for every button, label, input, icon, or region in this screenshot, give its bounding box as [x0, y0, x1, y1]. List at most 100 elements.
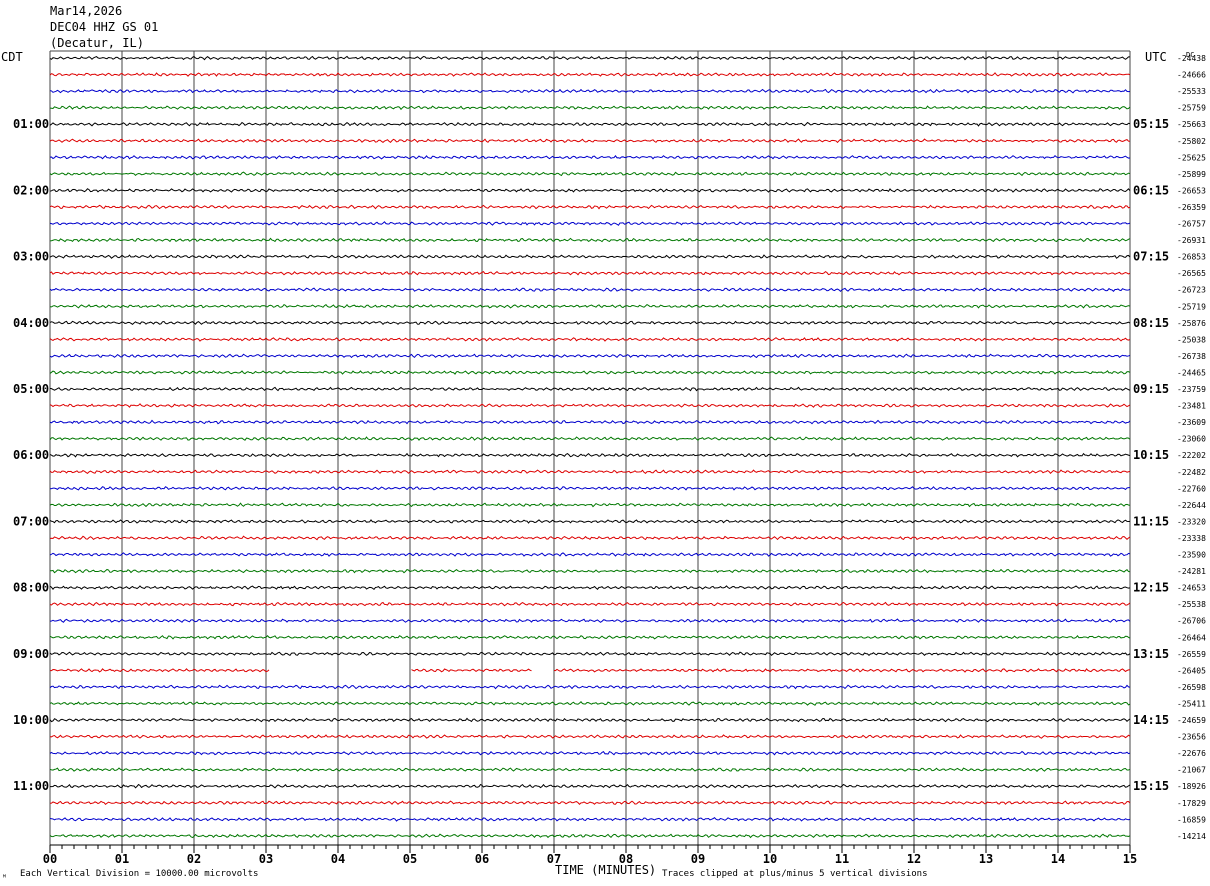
- scale-note: Each Vertical Division = 10000.00 microv…: [20, 869, 258, 879]
- trace-line: [49, 188, 1131, 193]
- grid-lines: [49, 50, 1131, 845]
- dc-offset-label: -24281: [1177, 567, 1206, 576]
- dc-offset-label: -22482: [1177, 468, 1206, 477]
- dc-offset-label: -26738: [1177, 352, 1206, 361]
- trace-line: [49, 651, 1131, 657]
- right-hour-label: 15:15: [1133, 779, 1169, 793]
- trace-line: [49, 419, 1131, 425]
- trace-line: [50, 668, 1131, 673]
- trace-line: [49, 767, 1131, 772]
- dc-offset-label: -23759: [1177, 385, 1206, 394]
- dc-offset-label: -23320: [1177, 517, 1206, 526]
- right-hour-label: 05:15: [1133, 117, 1169, 131]
- clip-note: Traces clipped at plus/minus 5 vertical …: [662, 869, 928, 879]
- right-hour-label: 14:15: [1133, 713, 1169, 727]
- trace-line: [49, 337, 1131, 342]
- trace-line: [49, 684, 1131, 690]
- header-block: Mar14,2026 DEC04 HHZ GS 01 (Decatur, IL): [50, 4, 158, 50]
- x-tick-label: 09: [691, 852, 705, 866]
- trace-line: [49, 353, 1131, 359]
- trace-line: [49, 800, 1131, 805]
- dc-offset-label: -25533: [1177, 87, 1206, 96]
- header-station: DEC04 HHZ GS 01: [50, 20, 158, 34]
- x-tick-label: 05: [403, 852, 417, 866]
- x-tick-label: 06: [475, 852, 489, 866]
- dc-offset-label: -22676: [1177, 749, 1206, 758]
- left-hour-label: 11:00: [13, 779, 49, 793]
- trace-line: [49, 502, 1131, 508]
- right-hour-label: 07:15: [1133, 250, 1169, 264]
- dc-offset-label: -26565: [1177, 269, 1206, 278]
- left-hour-label: 08:00: [13, 581, 49, 595]
- dc-offset-label: -26931: [1177, 236, 1206, 245]
- left-hour-label: 06:00: [13, 448, 49, 462]
- dc-offset-label: -25899: [1177, 170, 1206, 179]
- trace-line: [49, 635, 1131, 640]
- left-zone-label: CDT: [1, 50, 23, 64]
- trace-line: [49, 320, 1131, 326]
- trace-line: [49, 750, 1131, 756]
- trace-line: [49, 601, 1131, 607]
- helicorder-plot: Mar14,2026 DEC04 HHZ GS 01 (Decatur, IL)…: [1, 4, 1206, 882]
- dc-offset-label: -26723: [1177, 286, 1206, 295]
- trace-line: [49, 237, 1131, 243]
- trace-line: [49, 386, 1131, 392]
- trace-line: [49, 221, 1131, 226]
- right-hour-label: 12:15: [1133, 581, 1169, 595]
- dc-offset-label: -23656: [1177, 733, 1206, 742]
- dc-offset-label: -25625: [1177, 153, 1206, 162]
- dc-offset-label: -25759: [1177, 104, 1206, 113]
- dc-offset-label: -21067: [1177, 766, 1206, 775]
- trace-line: [49, 734, 1131, 739]
- trace-line: [49, 436, 1131, 441]
- trace-line: [49, 552, 1131, 557]
- dc-offset-label: -26653: [1177, 186, 1206, 195]
- dc-offset-label: -22644: [1177, 501, 1206, 510]
- right-hour-label: 08:15: [1133, 316, 1169, 330]
- dc-offset-label: -23481: [1177, 402, 1206, 411]
- x-tick-label: 15: [1123, 852, 1137, 866]
- dc-offset-label: -16859: [1177, 815, 1206, 824]
- corner-mark-icon: ᴹ: [2, 873, 7, 882]
- dc-offset-label: -24465: [1177, 368, 1206, 377]
- trace-line: [49, 717, 1131, 723]
- x-tick-label: 04: [331, 852, 345, 866]
- dc-offset-label: -24438: [1177, 54, 1206, 63]
- dc-offset-label: -26757: [1177, 220, 1206, 229]
- trace-line: [49, 816, 1131, 822]
- dc-offset-label: -22760: [1177, 484, 1206, 493]
- trace-line: [49, 72, 1131, 77]
- dc-offset-label: -26559: [1177, 650, 1206, 659]
- x-tick-label: 12: [907, 852, 921, 866]
- dc-offset-label: -25719: [1177, 302, 1206, 311]
- dc-offset-label: -18926: [1177, 782, 1206, 791]
- header-location: (Decatur, IL): [50, 36, 144, 50]
- left-hour-label: 03:00: [13, 250, 49, 264]
- left-hour-label: 05:00: [13, 382, 49, 396]
- right-hour-label: 06:15: [1133, 183, 1169, 197]
- trace-line: [49, 519, 1131, 524]
- dc-offset-label: -22202: [1177, 451, 1206, 460]
- trace-line: [49, 370, 1131, 375]
- dc-offset-label: -26405: [1177, 666, 1206, 675]
- right-hour-label: 09:15: [1133, 382, 1169, 396]
- trace-line: [49, 287, 1131, 293]
- dc-offset-label: -25876: [1177, 319, 1206, 328]
- x-axis-title: TIME (MINUTES): [555, 863, 656, 877]
- trace-line: [49, 618, 1131, 623]
- trace-line: [49, 452, 1131, 458]
- dc-offset-label: -24659: [1177, 716, 1206, 725]
- trace-line: [49, 88, 1131, 94]
- dc-offset-label: -25538: [1177, 600, 1206, 609]
- x-tick-label: 10: [763, 852, 777, 866]
- left-hour-label: 07:00: [13, 514, 49, 528]
- trace-line: [49, 486, 1131, 491]
- dc-offset-label: -17829: [1177, 799, 1206, 808]
- trace-line: [49, 121, 1131, 127]
- right-zone-label: UTC: [1145, 50, 1167, 64]
- x-tick-label: 01: [115, 852, 129, 866]
- trace-line: [49, 403, 1131, 408]
- left-hour-label: 01:00: [13, 117, 49, 131]
- dc-offset-label: -26598: [1177, 683, 1206, 692]
- x-tick-label: 11: [835, 852, 849, 866]
